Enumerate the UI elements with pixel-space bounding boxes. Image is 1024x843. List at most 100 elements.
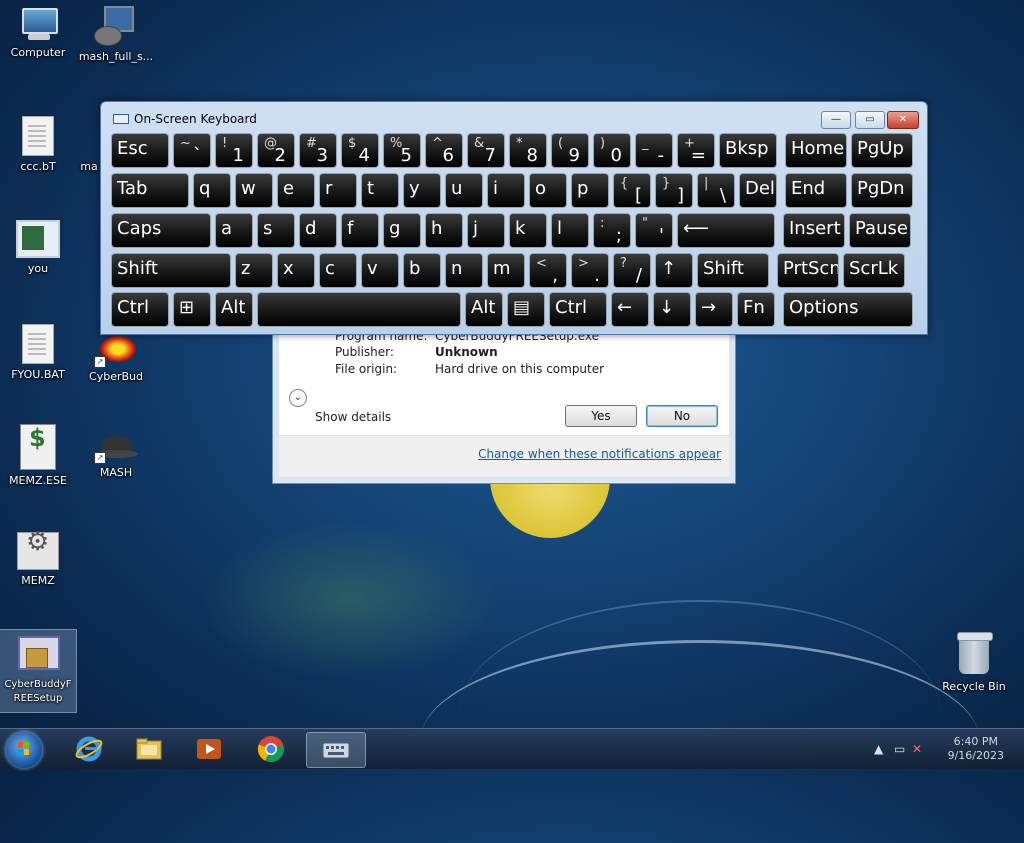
key-symbol-3-8[interactable]: <, [529,253,567,288]
key-d[interactable]: d [299,213,337,248]
desktop-icon-cyberbud[interactable]: ↗ CyberBud [78,332,154,384]
key-f[interactable]: f [341,213,379,248]
key-symbol-2-10[interactable]: :; [593,213,631,248]
key-symbol-0-2[interactable]: ! 1 [215,133,253,168]
key-symbol-0-1[interactable]: ~ ` [173,133,211,168]
yes-button[interactable]: Yes [565,405,637,427]
key-s[interactable]: s [257,213,295,248]
key-j[interactable]: j [467,213,505,248]
key-caps-lock[interactable]: Caps [111,213,211,248]
key-symbol-1-11[interactable]: {[ [613,173,651,208]
key-symbol-0-3[interactable]: @2 [257,133,295,168]
taskbar-explorer[interactable] [122,732,176,766]
desktop-icon-cyberbuddy-setup[interactable]: CyberBuddyFREESetup [0,629,77,713]
key-n[interactable]: n [445,253,483,288]
key-fn[interactable]: Fn [737,292,775,327]
show-details-chevron-icon[interactable]: ⌄ [289,389,307,407]
taskbar-on-screen-keyboard[interactable] [306,732,366,768]
start-button[interactable] [6,732,42,768]
key-symbol-0-6[interactable]: % 5 [383,133,421,168]
key-pause[interactable]: Pause [849,213,911,248]
desktop-icon-mash[interactable]: ↗ MASH [78,432,154,480]
key-shift[interactable]: Shift [111,253,231,288]
key-up-arrow[interactable]: ↑ [655,253,693,288]
key-t[interactable]: t [361,173,399,208]
desktop-icon-you[interactable]: you [0,220,76,276]
volume-muted-icon[interactable]: ✕ [912,742,922,756]
key-menu[interactable]: ▤ [507,292,545,327]
key-m[interactable]: m [487,253,525,288]
desktop-icon-ccc[interactable]: ccc.bT [0,116,76,174]
network-icon[interactable]: ▭ [894,742,905,756]
key-alt[interactable]: Alt [215,292,253,327]
key-symbol-0-10[interactable]: (9 [551,133,589,168]
key-z[interactable]: z [235,253,273,288]
no-button[interactable]: No [646,405,718,427]
key-symbol-0-5[interactable]: $4 [341,133,379,168]
clock[interactable]: 6:40 PM 9/16/2023 [948,735,1004,763]
key-symbol-0-12[interactable]: _ - [635,133,673,168]
key-p[interactable]: p [571,173,609,208]
key-shift[interactable]: Shift [697,253,769,288]
taskbar-media-player[interactable] [182,732,236,766]
key-x[interactable]: x [277,253,315,288]
key-y[interactable]: y [403,173,441,208]
key-g[interactable]: g [383,213,421,248]
key-page-up[interactable]: PgUp [851,133,913,168]
key-symbol-2-11[interactable]: " ' [635,213,673,248]
change-notifications-link[interactable]: Change when these notifications appear [478,447,721,461]
key-i[interactable]: i [487,173,525,208]
desktop-icon-computer[interactable]: Computer [0,8,76,60]
key-end[interactable]: End [785,173,847,208]
desktop-icon-mash-full[interactable]: mash_full_s... [78,6,154,64]
key-symbol-3-10[interactable]: ? / [613,253,651,288]
key-left-arrow[interactable]: ← [611,292,649,327]
key-r[interactable]: r [319,173,357,208]
desktop-icon-partial[interactable]: ma [78,160,100,174]
key-w[interactable]: w [235,173,273,208]
key-options[interactable]: Options [783,292,913,327]
key-b[interactable]: b [403,253,441,288]
key-e[interactable]: e [277,173,315,208]
key-delete[interactable]: Del [739,173,777,208]
key-symbol-0-8[interactable]: & 7 [467,133,505,168]
key-symbol-1-12[interactable]: }] [655,173,693,208]
key-c[interactable]: c [319,253,357,288]
key-h[interactable]: h [425,213,463,248]
key-symbol-0-7[interactable]: ^ 6 [425,133,463,168]
key-l[interactable]: l [551,213,589,248]
desktop-icon-fyou-bat[interactable]: FYOU.BAT [0,324,76,382]
key-a[interactable]: a [215,213,253,248]
maximize-button[interactable]: ▭ [855,111,885,129]
key-symbol-0-13[interactable]: + = [677,133,715,168]
show-hidden-icons-icon[interactable]: ▲ [874,742,883,756]
key-ctrl[interactable]: Ctrl [549,292,607,327]
key-alt[interactable]: Alt [465,292,503,327]
key-home[interactable]: Home [785,133,847,168]
key-backspace[interactable]: Bksp [719,133,777,168]
key-symbol-1-13[interactable]: | \ [697,173,735,208]
key-v[interactable]: v [361,253,399,288]
key-ctrl[interactable]: Ctrl [111,292,169,327]
key-tab[interactable]: Tab [111,173,189,208]
taskbar-ie[interactable] [62,732,116,766]
minimize-button[interactable]: — [821,111,851,129]
desktop-icon-memz-ese[interactable]: MEMZ.ESE [0,424,76,488]
key-down-arrow[interactable]: ↓ [653,292,691,327]
taskbar-chrome[interactable] [244,732,298,766]
key-page-down[interactable]: PgDn [851,173,913,208]
close-button[interactable]: ✕ [887,111,919,129]
key-symbol-0-9[interactable]: * 8 [509,133,547,168]
key-k[interactable]: k [509,213,547,248]
key-enter[interactable]: ⟵ [677,213,775,248]
key-print-screen[interactable]: PrtScn [777,253,839,288]
key-scroll-lock[interactable]: ScrLk [843,253,905,288]
key-insert[interactable]: Insert [783,213,845,248]
key-right-arrow[interactable]: → [695,292,733,327]
key-space[interactable] [257,292,461,327]
key-q[interactable]: q [193,173,231,208]
key-windows[interactable]: ⊞ [173,292,211,327]
key-symbol-0-11[interactable]: ) 0 [593,133,631,168]
desktop-icon-memz[interactable]: MEMZ [0,532,76,588]
key-esc[interactable]: Esc [111,133,169,168]
